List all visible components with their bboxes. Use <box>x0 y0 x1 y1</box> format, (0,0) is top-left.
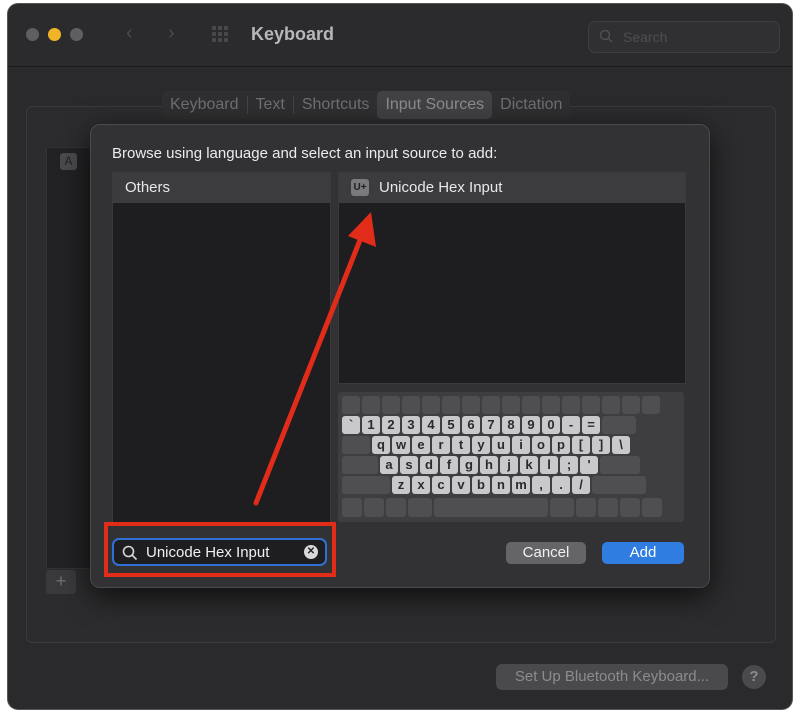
annotation-arrow-icon <box>253 212 376 506</box>
